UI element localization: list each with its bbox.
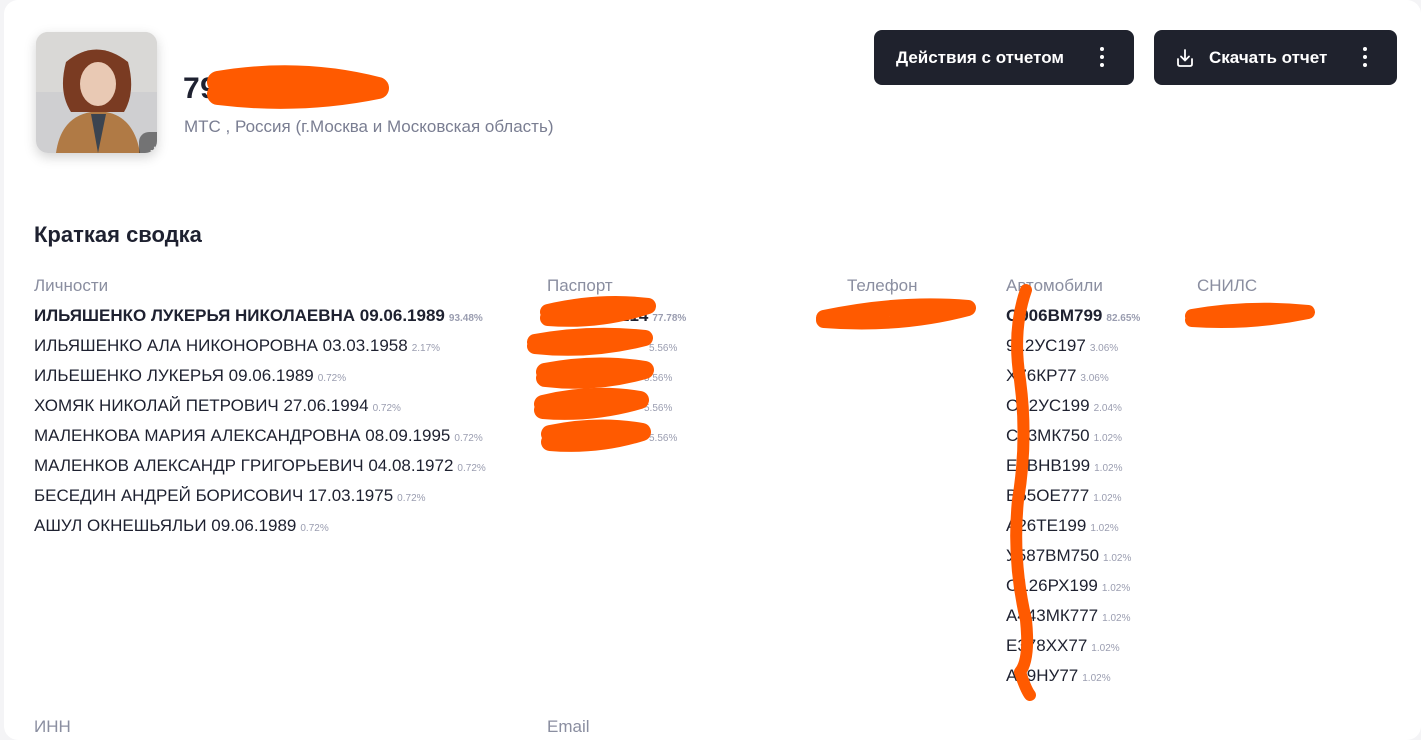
person-row[interactable]: ИЛЬЯШЕНКО АЛА НИКОНОРОВНА 03.03.1958 2.17… [34, 336, 440, 356]
person-name: МАЛЕНКОВА МАРИЯ АЛЕКСАНДРОВНА 08.09.1995 [34, 426, 451, 445]
column-snils: СНИЛС [1197, 276, 1258, 295]
match-percent: 0.72% [300, 523, 329, 534]
passport-row[interactable]: 5.56% [640, 396, 672, 416]
passport-row[interactable]: 5.56% [645, 336, 677, 356]
car-plate: В55ОЕ777 [1006, 486, 1090, 505]
person-row[interactable]: ИЛЬЯШЕНКО ЛУКЕРЬЯ НИКОЛАЕВНА 09.06.1989 9… [34, 306, 483, 326]
car-row[interactable]: Х76КР77 3.06% [1006, 366, 1109, 386]
match-percent: 2.17% [411, 343, 441, 354]
person-name: АШУЛ ОКНЕШЬЯЛЬИ 09.06.1989 [34, 516, 297, 535]
phone-number-title: 79 [183, 72, 218, 105]
person-name: ИЛЬЕШЕНКО ЛУКЕРЬЯ 09.06.1989 [34, 366, 314, 385]
match-percent: 1.02% [1093, 493, 1122, 504]
person-row[interactable]: ИЛЬЕШЕНКО ЛУКЕРЬЯ 09.06.1989 0.72% [34, 366, 346, 386]
car-row[interactable]: С63МК750 1.02% [1006, 426, 1122, 446]
avatar[interactable]: +2 [36, 32, 157, 153]
car-row[interactable]: А443МК777 1.02% [1006, 606, 1131, 626]
match-percent: 1.02% [1103, 553, 1132, 564]
match-percent: 3.06% [1080, 373, 1109, 384]
match-percent: 5.56% [649, 343, 678, 354]
car-plate: А26ТЕ199 [1006, 516, 1087, 535]
column-persons: Личности [34, 276, 109, 295]
match-percent: 0.72% [454, 433, 483, 444]
download-icon [1177, 48, 1193, 67]
download-report-button[interactable]: Скачать отчет [1154, 30, 1397, 85]
download-report-label: Скачать отчет [1209, 47, 1328, 67]
report-actions-button[interactable]: Действия с отчетом [874, 30, 1134, 85]
person-row[interactable]: ХОМЯК НИКОЛАЙ ПЕТРОВИЧ 27.06.1994 0.72% [34, 396, 401, 416]
match-percent: 5.56% [649, 433, 678, 444]
car-row[interactable]: Е378ХХ77 1.02% [1006, 636, 1120, 656]
car-plate: Е1ВНВ199 [1006, 456, 1091, 475]
car-row[interactable]: А26ТЕ199 1.02% [1006, 516, 1119, 536]
match-percent: 3.06% [1089, 343, 1119, 354]
column-phone: Телефон [847, 276, 918, 295]
car-row[interactable]: О126РХ199 1.02% [1006, 576, 1130, 596]
car-row[interactable]: О62УС199 2.04% [1006, 396, 1122, 416]
match-percent: 82.65% [1106, 313, 1141, 324]
more-vertical-icon [1100, 47, 1104, 67]
column-cars: Автомобили [1006, 276, 1103, 295]
person-name: БЕСЕДИН АНДРЕЙ БОРИСОВИЧ 17.03.1975 [34, 486, 394, 505]
car-row[interactable]: 912УС197 3.06% [1006, 336, 1118, 356]
car-plate: У587ВМ750 [1006, 546, 1100, 565]
car-plate: С63МК750 [1006, 426, 1090, 445]
person-row[interactable]: АШУЛ ОКНЕШЬЯЛЬИ 09.06.1989 0.72% [34, 516, 329, 536]
report-actions-label: Действия с отчетом [896, 47, 1064, 67]
person-photo [36, 32, 157, 153]
car-plate: 912УС197 [1006, 336, 1086, 355]
car-plate: Е378ХХ77 [1006, 636, 1088, 655]
car-row[interactable]: У587ВМ750 1.02% [1006, 546, 1131, 566]
car-row[interactable]: О906ВМ799 82.65% [1006, 306, 1140, 326]
match-percent: 1.02% [1082, 673, 1111, 684]
match-percent: 0.72% [317, 373, 347, 384]
match-percent: 1.02% [1093, 433, 1122, 444]
car-plate: Х76КР77 [1006, 366, 1077, 385]
car-plate: А443МК777 [1006, 606, 1099, 625]
column-passport: Паспорт [547, 276, 613, 295]
column-inn: ИНН [34, 717, 71, 736]
car-row[interactable]: В55ОЕ777 1.02% [1006, 486, 1122, 506]
match-percent: 1.02% [1102, 613, 1131, 624]
passport-row[interactable]: 5.56% [645, 426, 677, 446]
match-percent: 1.02% [1101, 583, 1131, 594]
car-row[interactable]: А79НУ77 1.02% [1006, 666, 1111, 686]
passport-row[interactable]: 214 77.78% [620, 306, 686, 326]
car-plate: О906ВМ799 [1006, 306, 1103, 325]
match-percent: 2.04% [1093, 403, 1122, 414]
passport-value: 214 [620, 306, 649, 325]
person-row[interactable]: МАЛЕНКОВ АЛЕКСАНДР ГРИГОРЬЕВИЧ 04.08.197… [34, 456, 486, 476]
person-row[interactable]: МАЛЕНКОВА МАРИЯ АЛЕКСАНДРОВНА 08.09.1995… [34, 426, 483, 446]
operator-region: МТС , Россия (г.Москва и Московская обла… [184, 117, 554, 136]
person-name: ИЛЬЯШЕНКО АЛА НИКОНОРОВНА 03.03.1958 [34, 336, 408, 355]
match-percent: 0.72% [457, 463, 486, 474]
match-percent: 77.78% [652, 313, 687, 324]
car-plate: А79НУ77 [1006, 666, 1079, 685]
person-name: ХОМЯК НИКОЛАЙ ПЕТРОВИЧ 27.06.1994 [34, 396, 369, 415]
car-plate: О126РХ199 [1006, 576, 1098, 595]
car-row[interactable]: Е1ВНВ199 1.02% [1006, 456, 1122, 476]
match-percent: 1.02% [1090, 523, 1119, 534]
person-row[interactable]: БЕСЕДИН АНДРЕЙ БОРИСОВИЧ 17.03.1975 0.72% [34, 486, 426, 506]
person-name: МАЛЕНКОВ АЛЕКСАНДР ГРИГОРЬЕВИЧ 04.08.197… [34, 456, 454, 475]
column-email: Email [547, 717, 590, 736]
match-percent: 0.72% [397, 493, 426, 504]
avatar-extra-count[interactable]: +2 [139, 132, 157, 153]
match-percent: 93.48% [448, 313, 483, 324]
match-percent: 5.56% [644, 373, 673, 384]
more-vertical-icon [1363, 47, 1367, 67]
summary-title: Краткая сводка [34, 222, 202, 247]
car-plate: О62УС199 [1006, 396, 1090, 415]
match-percent: 1.02% [1091, 643, 1120, 654]
match-percent: 0.72% [372, 403, 401, 414]
match-percent: 1.02% [1094, 463, 1123, 474]
match-percent: 5.56% [644, 403, 673, 414]
passport-row[interactable]: 5.56% [640, 366, 672, 386]
person-name: ИЛЬЯШЕНКО ЛУКЕРЬЯ НИКОЛАЕВНА 09.06.1989 [34, 306, 445, 325]
